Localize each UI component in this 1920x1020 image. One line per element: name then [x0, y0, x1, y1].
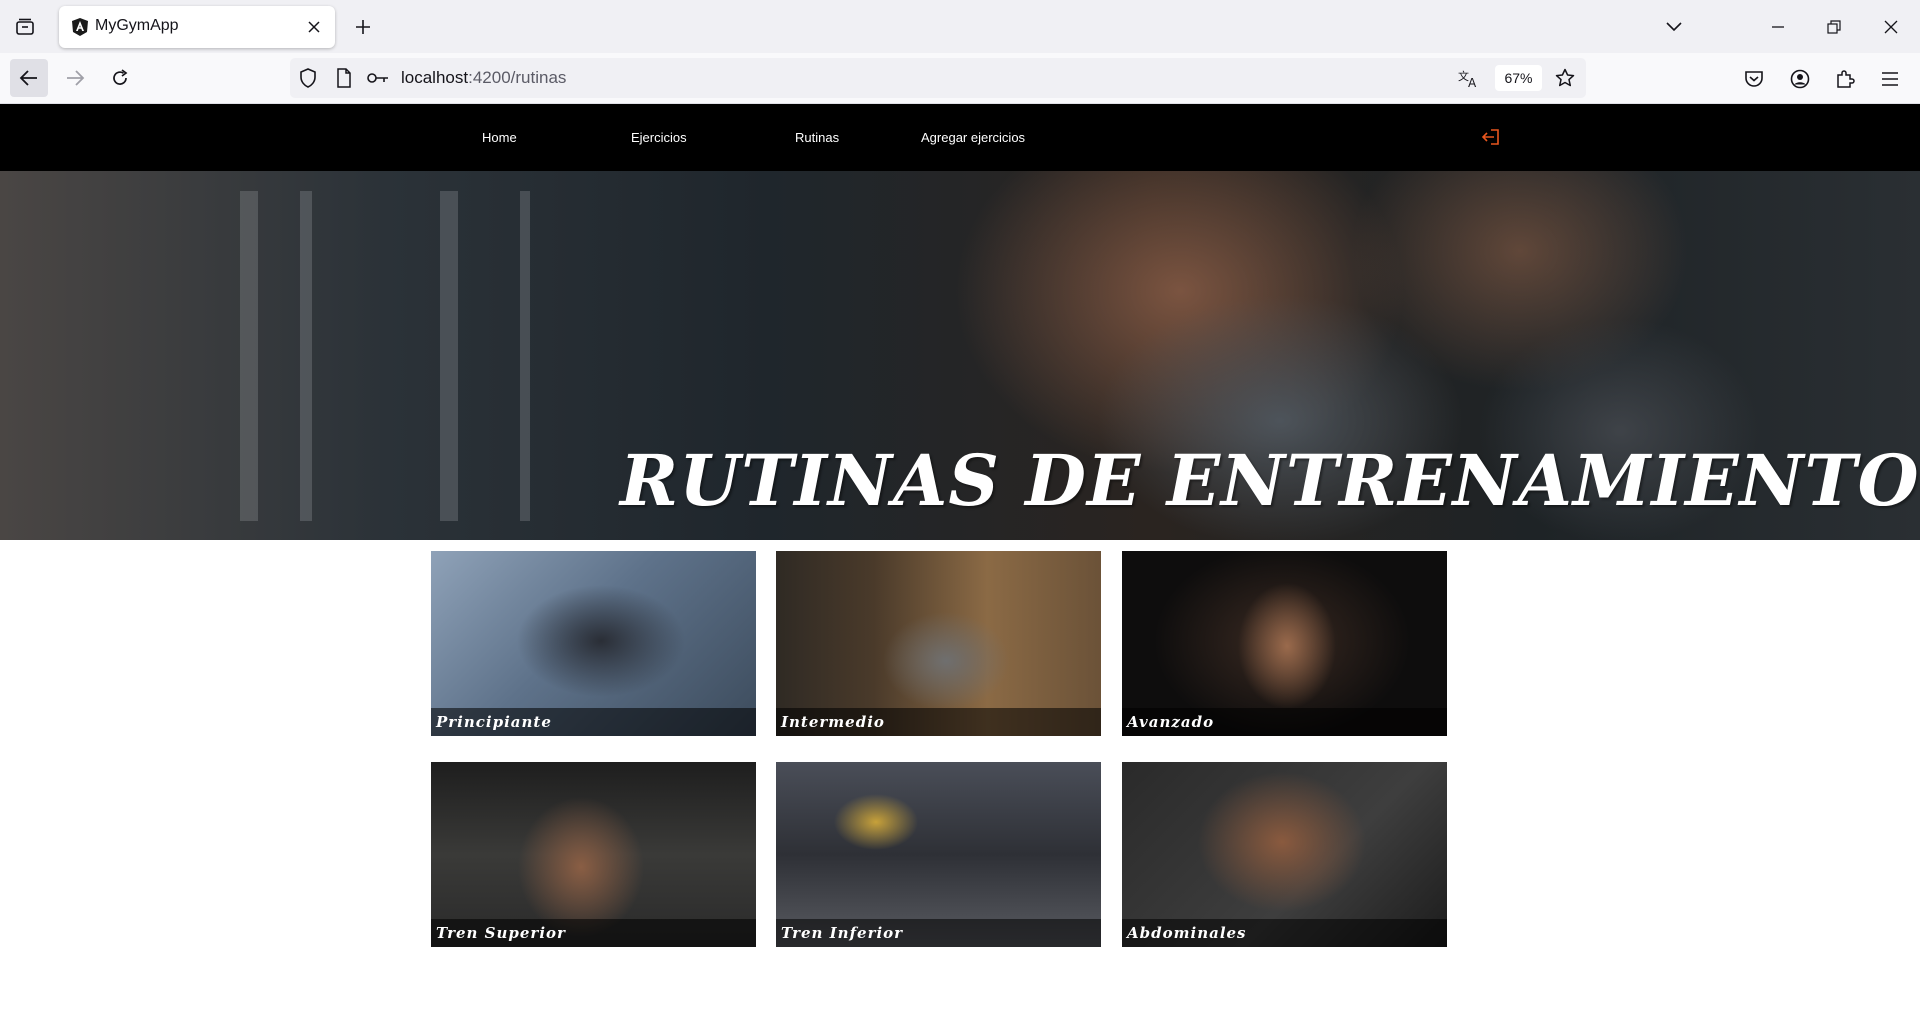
back-button[interactable]	[10, 59, 48, 97]
reload-button[interactable]	[101, 59, 139, 97]
bookmark-star-icon[interactable]	[1554, 67, 1576, 89]
site-navbar: Home Ejercicios Rutinas Agregar ejercici…	[0, 104, 1920, 171]
card-label: Tren Inferior	[781, 924, 904, 942]
card-caption: Intermedio	[776, 708, 1101, 736]
tab-list-icon[interactable]	[12, 14, 38, 40]
routine-card-avanzado[interactable]: Avanzado	[1122, 551, 1447, 736]
close-window-icon[interactable]	[1876, 12, 1906, 42]
card-label: Principiante	[436, 713, 552, 731]
permissions-key-icon[interactable]	[367, 67, 389, 89]
hero-rack-shape	[240, 191, 258, 521]
browser-tab-bar: MyGymApp	[0, 0, 1920, 53]
routine-card-principiante[interactable]: Principiante	[431, 551, 756, 736]
browser-nav-bar: localhost:4200/rutinas 文A 67%	[0, 53, 1920, 104]
page-title: RUTINAS DE ENTRENAMIENTO	[620, 439, 1920, 522]
routine-card-intermedio[interactable]: Intermedio	[776, 551, 1101, 736]
list-all-tabs-icon[interactable]	[1659, 12, 1689, 42]
hero-banner: RUTINAS DE ENTRENAMIENTO	[0, 171, 1920, 540]
url-path: :4200/rutinas	[468, 68, 567, 87]
url-bar[interactable]: localhost:4200/rutinas 文A 67%	[290, 58, 1586, 98]
new-tab-icon[interactable]	[350, 14, 376, 40]
extensions-icon[interactable]	[1832, 66, 1858, 92]
zoom-level-button[interactable]: 67%	[1495, 65, 1542, 91]
close-tab-icon[interactable]	[303, 16, 325, 38]
logout-icon[interactable]	[1481, 128, 1501, 146]
card-caption: Tren Inferior	[776, 919, 1101, 947]
restore-icon[interactable]	[1819, 12, 1849, 42]
hero-rack-shape	[300, 191, 312, 521]
card-caption: Abdominales	[1122, 919, 1447, 947]
card-caption: Principiante	[431, 708, 756, 736]
hero-rack-shape	[440, 191, 458, 521]
card-label: Avanzado	[1127, 713, 1215, 731]
hero-rack-shape	[520, 191, 530, 521]
nav-link-agregar-ejercicios[interactable]: Agregar ejercicios	[921, 130, 1025, 145]
card-label: Tren Superior	[436, 924, 566, 942]
minimize-icon[interactable]	[1763, 12, 1793, 42]
browser-tab-active[interactable]: MyGymApp	[59, 6, 335, 48]
tab-title: MyGymApp	[95, 17, 179, 34]
url-text[interactable]: localhost:4200/rutinas	[401, 68, 566, 88]
routine-card-tren-inferior[interactable]: Tren Inferior	[776, 762, 1101, 947]
app-menu-icon[interactable]	[1877, 66, 1903, 92]
angular-logo-icon	[70, 17, 90, 37]
shield-icon[interactable]	[297, 67, 319, 89]
forward-button[interactable]	[56, 59, 94, 97]
nav-link-ejercicios[interactable]: Ejercicios	[631, 130, 687, 145]
account-icon[interactable]	[1787, 66, 1813, 92]
routine-card-tren-superior[interactable]: Tren Superior	[431, 762, 756, 947]
page-icon[interactable]	[333, 67, 355, 89]
pocket-icon[interactable]	[1741, 66, 1767, 92]
card-caption: Avanzado	[1122, 708, 1447, 736]
routine-card-abdominales[interactable]: Abdominales	[1122, 762, 1447, 947]
translate-icon[interactable]: 文A	[1458, 67, 1480, 89]
url-host: localhost	[401, 68, 469, 87]
nav-link-home[interactable]: Home	[482, 130, 517, 145]
card-label: Abdominales	[1127, 924, 1247, 942]
card-caption: Tren Superior	[431, 919, 756, 947]
svg-text:A: A	[1468, 76, 1477, 88]
card-label: Intermedio	[781, 713, 885, 731]
nav-link-rutinas[interactable]: Rutinas	[795, 130, 839, 145]
